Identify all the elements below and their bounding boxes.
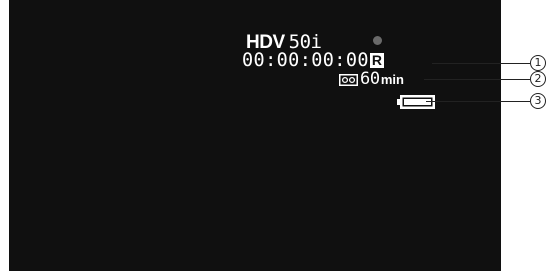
manual-illustration: HDV 50i 00:00:00:00 R 60 min 1 2 3	[0, 0, 550, 271]
timecode: 00:00:00:00	[242, 49, 369, 71]
callout-leader-line	[424, 79, 530, 80]
cassette-icon	[339, 73, 358, 86]
callout-number: 3	[530, 93, 546, 109]
tape-remaining-unit: min	[380, 71, 404, 87]
callout-number: 1	[530, 55, 546, 71]
callout-leader-line	[432, 63, 530, 64]
record-dot-icon	[373, 36, 382, 45]
tape-remaining-value: 60	[360, 69, 380, 89]
callout-leader-line	[426, 101, 530, 102]
callout-number: 2	[530, 71, 546, 87]
recording-format-display: HDV 50i	[246, 31, 322, 53]
timecode-display: 00:00:00:00 R	[242, 49, 384, 71]
viewfinder-screen: HDV 50i 00:00:00:00 R 60 min	[9, 0, 501, 271]
tape-remaining-display: 60 min	[339, 69, 404, 89]
battery-icon	[397, 95, 435, 109]
remote-indicator: R	[369, 51, 384, 68]
